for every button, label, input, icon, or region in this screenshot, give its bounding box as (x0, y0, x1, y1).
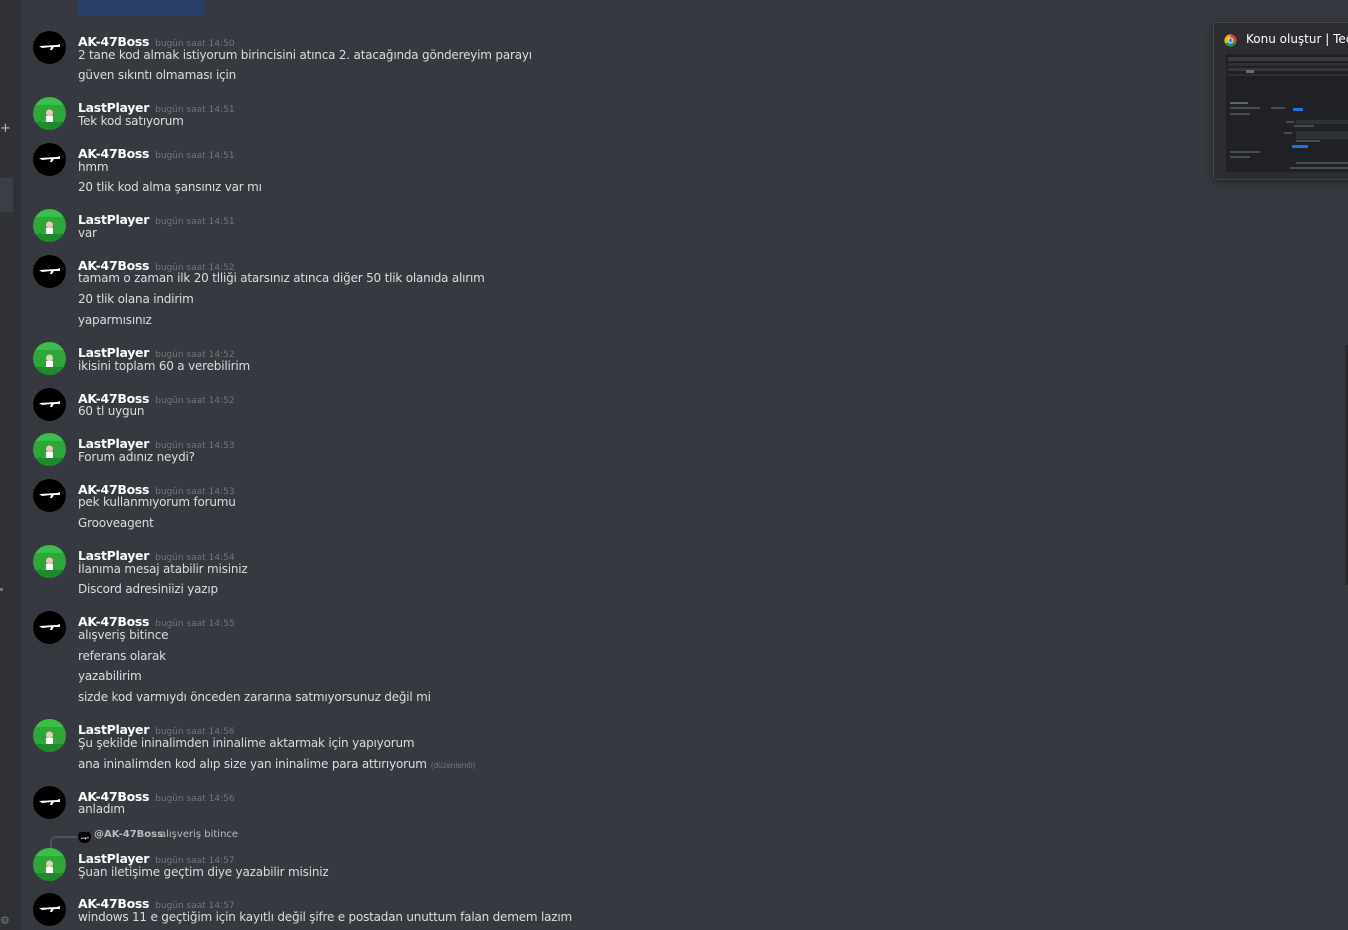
message-list: AK-47Boss bugün saat 14:50 2 tane kod alm… (0, 0, 1348, 930)
reply-avatar (78, 830, 91, 843)
reply-mention[interactable]: @AK-47Boss (94, 829, 163, 840)
message-text: Şuan iletişime geçtim diye yazabilir mis… (78, 865, 329, 879)
message-text: 20 tlik kod alma şansınız var mı (78, 180, 262, 194)
avatar-ak[interactable] (33, 31, 66, 64)
message-text: güven sıkıntı olmaması için (78, 68, 237, 82)
message-header: LastPlayer bugün saat 14:51 (78, 97, 235, 115)
message-text: yazabilirim (78, 669, 142, 683)
author-name[interactable]: AK-47Boss (78, 146, 149, 161)
avatar-ak[interactable] (33, 786, 66, 819)
reply-connector (50, 836, 79, 848)
message-text: Şu şekilde ininalimden ininalime aktarma… (78, 736, 415, 750)
avatar-lp[interactable] (33, 719, 66, 752)
message-header: AK-47Boss bugün saat 14:56 (78, 786, 235, 804)
chrome-icon (1224, 34, 1237, 47)
message-text: anladım (78, 802, 125, 816)
avatar-lp[interactable] (33, 97, 66, 130)
avatar-lp[interactable] (33, 545, 66, 578)
popup-title: Konu oluştur | TechoStore (1246, 32, 1348, 46)
author-name[interactable]: LastPlayer (78, 212, 149, 227)
author-name[interactable]: LastPlayer (78, 851, 149, 866)
avatar-ak[interactable] (33, 388, 66, 421)
message-text: sizde kod varmıydı önceden zararına satm… (78, 690, 431, 704)
avatar-lp[interactable] (33, 433, 66, 466)
message-text-row: ana ininalimden kod alıp size yan ininal… (78, 757, 476, 771)
message-text: İlanıma mesaj atabilir misiniz (78, 562, 248, 576)
message-header: LastPlayer bugün saat 14:57 (78, 848, 235, 866)
message-header: AK-47Boss bugün saat 14:52 (78, 388, 235, 406)
message-text: alışveriş bitince (78, 628, 169, 642)
reply-snippet: alışveriş bitince (160, 829, 239, 840)
avatar-lp[interactable] (33, 342, 66, 375)
message-text: pek kullanmıyorum forumu (78, 495, 236, 509)
edited-label: (düzenlendi) (430, 761, 476, 770)
message-header: AK-47Boss bugün saat 14:51 (78, 143, 235, 161)
avatar-ak[interactable] (33, 611, 66, 644)
message-text: referans olarak (78, 649, 166, 663)
avatar-ak[interactable] (33, 893, 66, 926)
message-text: Tek kod satıyorum (78, 114, 184, 128)
window-thumbnail[interactable] (1226, 54, 1348, 172)
timestamp: bugün saat 14:52 (155, 396, 235, 406)
message-text: 60 tl uygun (78, 404, 145, 418)
author-name[interactable]: LastPlayer (78, 100, 149, 115)
avatar-ak[interactable] (33, 143, 66, 176)
message-header: AK-47Boss bugün saat 14:53 (78, 479, 235, 497)
message-header: AK-47Boss bugün saat 14:52 (78, 255, 235, 273)
message-text: 2 tane kod almak istiyorum birincisini a… (78, 48, 532, 62)
message-text: Grooveagent (78, 516, 154, 530)
author-name[interactable]: AK-47Boss (78, 896, 149, 911)
avatar-ak[interactable] (33, 255, 66, 288)
avatar-lp[interactable] (33, 848, 66, 881)
avatar-lp[interactable] (33, 209, 66, 242)
message-header: AK-47Boss bugün saat 14:55 (78, 611, 235, 629)
author-name[interactable]: LastPlayer (78, 548, 149, 563)
message-text: Forum adınız neydi? (78, 450, 195, 464)
message-text: yaparmısınız (78, 313, 152, 327)
message-text: Discord adresiniizi yazıp (78, 582, 218, 596)
author-name[interactable]: LastPlayer (78, 722, 149, 737)
message-text: hmm (78, 160, 109, 174)
window-preview-popup[interactable]: Konu oluştur | TechoStore (1213, 22, 1348, 180)
message-header: LastPlayer bugün saat 14:54 (78, 545, 235, 563)
reply-context[interactable]: @AK-47Boss alışveriş bitince (50, 828, 450, 848)
message-text: ikisini toplam 60 a verebilirim (78, 359, 250, 373)
message-header: LastPlayer bugün saat 14:53 (78, 433, 235, 451)
author-name[interactable]: AK-47Boss (78, 34, 149, 49)
timestamp: bugün saat 14:51 (155, 151, 235, 161)
message-text: windows 11 e geçtiğim için kayıtlı değil… (78, 910, 573, 924)
message-text: ana ininalimden kod alıp size yan ininal… (78, 757, 427, 771)
timestamp: bugün saat 14:56 (155, 794, 235, 804)
message-text: var (78, 226, 97, 240)
message-header: LastPlayer bugün saat 14:56 (78, 719, 235, 737)
message-header: LastPlayer bugün saat 14:52 (78, 342, 235, 360)
author-name[interactable]: LastPlayer (78, 345, 149, 360)
message-header: AK-47Boss bugün saat 14:57 (78, 893, 235, 911)
message-text: tamam o zaman ilk 20 tlliği atarsınız at… (78, 271, 485, 285)
author-name[interactable]: LastPlayer (78, 436, 149, 451)
avatar-ak[interactable] (33, 479, 66, 512)
message-header: LastPlayer bugün saat 14:51 (78, 209, 235, 227)
message-text: 20 tlik olana indirim (78, 292, 194, 306)
timestamp: bugün saat 14:51 (155, 217, 235, 227)
message-header: AK-47Boss bugün saat 14:50 (78, 31, 235, 49)
author-name[interactable]: AK-47Boss (78, 614, 149, 629)
